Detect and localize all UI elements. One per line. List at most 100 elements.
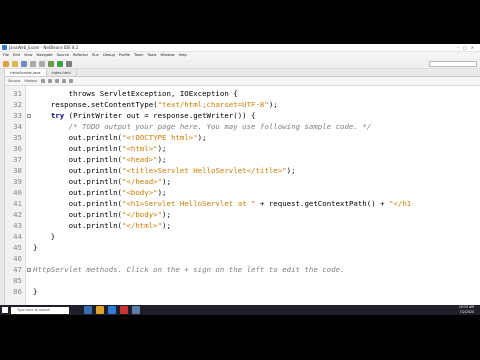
code-token: ); <box>268 100 278 109</box>
line-number: 38 <box>13 166 22 175</box>
new-project-icon[interactable] <box>3 60 9 67</box>
taskview-icon[interactable] <box>84 306 92 314</box>
line-number: 43 <box>13 221 22 230</box>
code-line[interactable]: out.println("<html>"); <box>33 143 167 154</box>
line-number: 86 <box>13 287 22 296</box>
menu-item-refactor[interactable]: Refactor <box>73 52 88 59</box>
menu-item-profile[interactable]: Profile <box>119 52 130 59</box>
source-button[interactable]: Source <box>8 79 20 83</box>
menu-item-run[interactable]: Run <box>92 52 99 59</box>
code-token: "</head>" <box>122 177 163 186</box>
tab-index[interactable]: index.html <box>47 69 77 76</box>
netbeans-taskbar-icon[interactable] <box>132 306 140 314</box>
find-icon[interactable] <box>55 79 60 83</box>
menu-item-team[interactable]: Team <box>134 52 144 59</box>
code-token: "<body>" <box>122 188 158 197</box>
code-token: "</h1 <box>389 199 412 208</box>
fold-margin[interactable]: − + <box>26 86 31 315</box>
code-token: out.println( <box>33 210 122 219</box>
line-number: 47 <box>13 265 22 274</box>
menu-item-tools[interactable]: Tools <box>147 52 156 59</box>
code-token: out.println( <box>33 155 122 164</box>
code-token: ); <box>286 166 296 175</box>
source-code[interactable]: throws ServletException, IOException { r… <box>33 86 480 315</box>
code-token: out.println( <box>33 166 122 175</box>
open-folder-icon[interactable] <box>12 60 18 67</box>
code-line[interactable]: /* TODO output your page here. You may u… <box>33 121 372 132</box>
line-number: 85 <box>13 276 22 285</box>
collapse-fold-icon[interactable]: − <box>27 114 31 118</box>
code-token: ); <box>162 221 171 230</box>
code-token: ); <box>162 210 171 219</box>
menu-item-source[interactable]: Source <box>57 52 69 59</box>
toggle-bookmark-icon[interactable] <box>62 79 67 83</box>
edge-icon[interactable] <box>108 306 116 314</box>
tab-helloservlet[interactable]: HelloServlet.java <box>5 69 47 76</box>
code-line[interactable]: HttpServlet methods. Click on the + sign… <box>33 264 344 275</box>
undo-icon[interactable] <box>30 60 36 67</box>
menu-item-debug[interactable]: Debug <box>103 52 115 59</box>
window-controls[interactable]: –□✕ <box>457 45 478 50</box>
menu-item-file[interactable]: File <box>3 52 9 59</box>
line-number: 42 <box>13 210 22 219</box>
code-line[interactable]: out.println("<h1>Servlet HelloServlet at… <box>33 198 412 209</box>
menu-item-navigate[interactable]: Navigate <box>37 52 53 59</box>
code-line[interactable]: out.println("<title>Servlet HelloServlet… <box>33 165 296 176</box>
code-line[interactable]: out.println("</head>"); <box>33 176 171 187</box>
code-line[interactable]: } <box>33 231 55 242</box>
code-line[interactable]: out.println("</body>"); <box>33 209 171 220</box>
code-line[interactable]: out.println("<!DOCTYPE html>"); <box>33 132 207 143</box>
menu-item-help[interactable]: Help <box>179 52 187 59</box>
code-line[interactable]: try (PrintWriter out = response.getWrite… <box>33 110 256 121</box>
code-token: "<title>Servlet HelloServlet</title>" <box>122 166 287 175</box>
code-line[interactable]: response.setContentType("text/html;chars… <box>33 99 278 110</box>
menu-item-edit[interactable]: Edit <box>13 52 20 59</box>
menu-bar: File Edit View Navigate Source Refactor Run Deb… <box>0 52 480 59</box>
window-title: JavaWeb_Exam - NetBeans IDE 8.2 <box>9 45 79 50</box>
code-token: out.println( <box>33 199 122 208</box>
code-line[interactable]: out.println("<body>"); <box>33 187 167 198</box>
taskbar: Type here to search 10:15 AM 7/2/2020 <box>0 305 480 315</box>
comment-icon[interactable] <box>69 79 74 83</box>
debug-icon[interactable] <box>66 60 72 67</box>
code-line[interactable]: out.println("</html>"); <box>33 220 171 231</box>
code-token: "<h1>Servlet HelloServlet at " <box>122 199 256 208</box>
code-token: } <box>33 232 56 241</box>
line-number: 44 <box>13 232 22 241</box>
menu-item-view[interactable]: View <box>24 52 33 59</box>
code-token: HttpServlet methods. Click on the + sign… <box>33 265 345 274</box>
chrome-icon[interactable] <box>120 306 128 314</box>
redo-icon[interactable] <box>39 60 45 67</box>
code-area[interactable]: 31 32 33 34 35 36 37 38 39 40 41 42 43 44 45 46 47 85 86 −… <box>5 86 480 315</box>
code-token: ); <box>157 155 167 164</box>
maximize-icon[interactable]: □ <box>463 45 471 50</box>
build-icon[interactable] <box>48 60 54 67</box>
run-icon[interactable] <box>57 60 63 67</box>
clock-date: 7/2/2020 <box>459 310 474 314</box>
code-line[interactable]: } <box>33 242 37 253</box>
taskbar-search-input[interactable]: Type here to search <box>11 306 69 314</box>
back-icon[interactable] <box>41 79 46 83</box>
code-token: } <box>33 287 38 296</box>
code-line[interactable]: throws ServletException, IOException { <box>33 88 238 99</box>
code-line[interactable]: out.println("<head>"); <box>33 154 167 165</box>
windows-start-icon[interactable] <box>2 307 8 313</box>
expand-fold-icon[interactable]: + <box>27 268 31 272</box>
save-icon[interactable] <box>21 60 27 67</box>
code-line[interactable]: } <box>33 286 37 297</box>
forward-icon[interactable] <box>48 79 53 83</box>
ide-search-input[interactable] <box>429 61 477 67</box>
menu-item-window[interactable]: Window <box>160 52 174 59</box>
code-token: (PrintWriter out = response.getWriter())… <box>64 111 256 120</box>
history-button[interactable]: History <box>24 79 37 83</box>
code-token: throws ServletException, IOException { <box>33 89 238 98</box>
code-token: "<!DOCTYPE html>" <box>122 133 198 142</box>
code-token: "text/html;charset=UTF-8" <box>157 100 269 109</box>
code-token: "<head>" <box>122 155 158 164</box>
code-token: ); <box>162 177 171 186</box>
code-token: out.println( <box>33 177 122 186</box>
taskbar-clock[interactable]: 10:15 AM 7/2/2020 <box>459 305 474 315</box>
file-explorer-icon[interactable] <box>96 306 104 314</box>
code-token: /* TODO output your page here. You may u… <box>33 122 372 131</box>
close-icon[interactable]: ✕ <box>471 45 478 50</box>
